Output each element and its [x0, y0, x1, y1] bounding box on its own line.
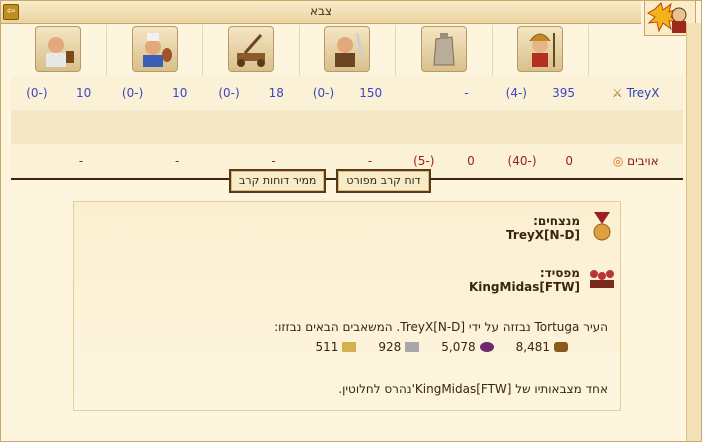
unit-cell-cook	[106, 25, 204, 76]
winners-block: מנצחים: TreyX[N-D]	[506, 214, 580, 242]
battle-report: TreyX ⚔ 395 (-4) - 150 (-0) 18 (-0) 10 (-0) …	[11, 25, 683, 437]
crystal-icon	[342, 342, 357, 352]
battle-summary: מנצחים: TreyX[N-D] מפסיד: KingMidas[FTW]…	[73, 201, 621, 411]
title-bar: ⇦ צבא	[1, 1, 641, 24]
plunder-text: העיר Tortuga נבזזה על ידי TreyX[N-D]. המ…	[274, 320, 608, 334]
unit-cell-wall	[395, 25, 493, 76]
units-table: TreyX ⚔ 395 (-4) - 150 (-0) 18 (-0) 10 (-0) …	[11, 25, 683, 178]
hoplite-unit-icon	[517, 26, 564, 72]
doctor-unit-icon	[35, 26, 82, 72]
report-buttons: דוח קרב מפורט ממיר דוחות קרב	[229, 169, 431, 193]
army-window: ⇦ צבא TreyX ⚔ 395 (-4) - 150 (-0) 18 (-0…	[0, 0, 702, 442]
wall-unit-icon	[420, 26, 467, 72]
wood-icon	[554, 342, 568, 352]
marble-icon	[405, 342, 420, 352]
losers-name: KingMidas[FTW]	[468, 280, 580, 294]
losers-label: מפסיד:	[539, 266, 580, 280]
unit-cell-doctor	[11, 25, 107, 76]
wine-icon	[479, 342, 494, 352]
losers-block: מפסיד: KingMidas[FTW]	[469, 266, 580, 294]
winners-name: TreyX[N-D]	[506, 228, 580, 242]
unit-cell-catapult	[202, 25, 300, 76]
unit-cell-swordsman	[299, 25, 397, 76]
cook-unit-icon	[131, 26, 178, 72]
destroyed-text: אחד מצבאותיו של KingMidas[FTW]'נהרס לחלו…	[338, 382, 608, 396]
scrollbar[interactable]	[686, 23, 701, 441]
swordsman-unit-icon	[324, 26, 371, 72]
report-converter-button[interactable]: ממיר דוחות קרב	[229, 169, 327, 193]
own-row-label: TreyX ⚔	[588, 76, 683, 110]
loser-troops-icon	[590, 264, 616, 294]
resources-list: 8,481 5,078 928 511	[88, 340, 608, 354]
own-units-row: TreyX ⚔ 395 (-4) - 150 (-0) 18 (-0) 10 (-0) …	[11, 76, 683, 110]
window-title: צבא	[309, 4, 333, 18]
detailed-report-button[interactable]: דוח קרב מפורט	[336, 169, 431, 193]
enemy-row-label: אויבים ◎	[588, 144, 683, 178]
unit-icons-row	[11, 25, 683, 76]
unit-cell-spearman	[492, 25, 590, 76]
catapult-unit-icon	[228, 26, 275, 72]
winners-label: מנצחים:	[533, 214, 580, 228]
crossed-swords-icon: ⚔	[611, 86, 623, 100]
target-icon: ◎	[612, 154, 624, 168]
winner-medal-icon	[590, 212, 614, 242]
